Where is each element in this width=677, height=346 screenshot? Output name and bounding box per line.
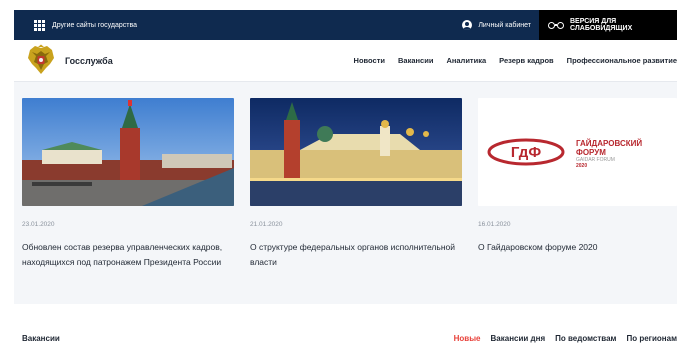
news-card[interactable]: 23.01.2020 Обновлен состав резерва управ… (22, 98, 234, 270)
accessibility-button[interactable]: ВЕРСИЯ ДЛЯ СЛАБОВИДЯЩИХ (539, 10, 677, 40)
gaidar-forum-logo: ГдФ ГАЙДАРОВСКИЙ ФОРУМ GAIDAR FORUM 2020 (487, 138, 642, 169)
brand-name[interactable]: Госслужба (65, 56, 113, 66)
apps-grid-icon[interactable] (34, 19, 45, 31)
nav-reserve[interactable]: Резерв кадров (499, 56, 554, 65)
coat-of-arms-logo[interactable] (26, 44, 56, 78)
news-title[interactable]: О Гайдаровском форуме 2020 (478, 240, 677, 255)
forum-line1: ГАЙДАРОВСКИЙ (576, 139, 642, 148)
news-section: 23.01.2020 Обновлен состав резерва управ… (14, 82, 677, 304)
news-image-gaidar-forum[interactable]: ГдФ ГАЙДАРОВСКИЙ ФОРУМ GAIDAR FORUM 2020 (478, 98, 677, 206)
main-nav: Новости Вакансии Аналитика Резерв кадров… (341, 56, 677, 65)
glasses-icon (548, 21, 564, 29)
news-title[interactable]: О структуре федеральных органов исполнит… (250, 240, 462, 270)
accessibility-label: ВЕРСИЯ ДЛЯ СЛАБОВИДЯЩИХ (570, 18, 633, 32)
vacancies-heading: Вакансии (22, 333, 60, 343)
news-title[interactable]: Обновлен состав резерва управленческих к… (22, 240, 234, 270)
site-header: Госслужба Новости Вакансии Аналитика Рез… (14, 40, 677, 82)
forum-mark: ГдФ (511, 144, 541, 161)
forum-line4: 2020 (576, 163, 587, 169)
news-date: 16.01.2020 (478, 221, 511, 228)
nav-news[interactable]: Новости (354, 56, 385, 65)
news-card[interactable]: 21.01.2020 О структуре федеральных орган… (250, 98, 462, 270)
nav-analytics[interactable]: Аналитика (446, 56, 486, 65)
tab-new[interactable]: Новые (454, 334, 481, 343)
news-image-kremlin-night[interactable] (250, 98, 462, 206)
user-icon (462, 20, 473, 30)
forum-line2: ФОРУМ (576, 148, 606, 157)
news-date: 21.01.2020 (250, 221, 283, 228)
vacancies-tabs: Новые Вакансии дня По ведомствам По реги… (444, 334, 677, 343)
tab-by-region[interactable]: По регионам (626, 334, 677, 343)
cabinet-link[interactable]: Личный кабинет (462, 20, 531, 30)
news-image-kremlin-street[interactable] (22, 98, 234, 206)
vacancies-section: Вакансии Новые Вакансии дня По ведомства… (14, 304, 677, 346)
tab-vacancies-of-day[interactable]: Вакансии дня (491, 334, 546, 343)
tab-by-department[interactable]: По ведомствам (555, 334, 616, 343)
cabinet-label: Личный кабинет (478, 21, 531, 29)
top-bar: Другие сайты государства Личный кабинет … (14, 10, 677, 40)
news-date: 23.01.2020 (22, 221, 55, 228)
nav-development[interactable]: Профессиональное развитие (567, 56, 677, 65)
nav-vacancies[interactable]: Вакансии (398, 56, 433, 65)
other-sites-link[interactable]: Другие сайты государства (52, 22, 137, 29)
news-card[interactable]: ГдФ ГАЙДАРОВСКИЙ ФОРУМ GAIDAR FORUM 2020… (478, 98, 677, 255)
